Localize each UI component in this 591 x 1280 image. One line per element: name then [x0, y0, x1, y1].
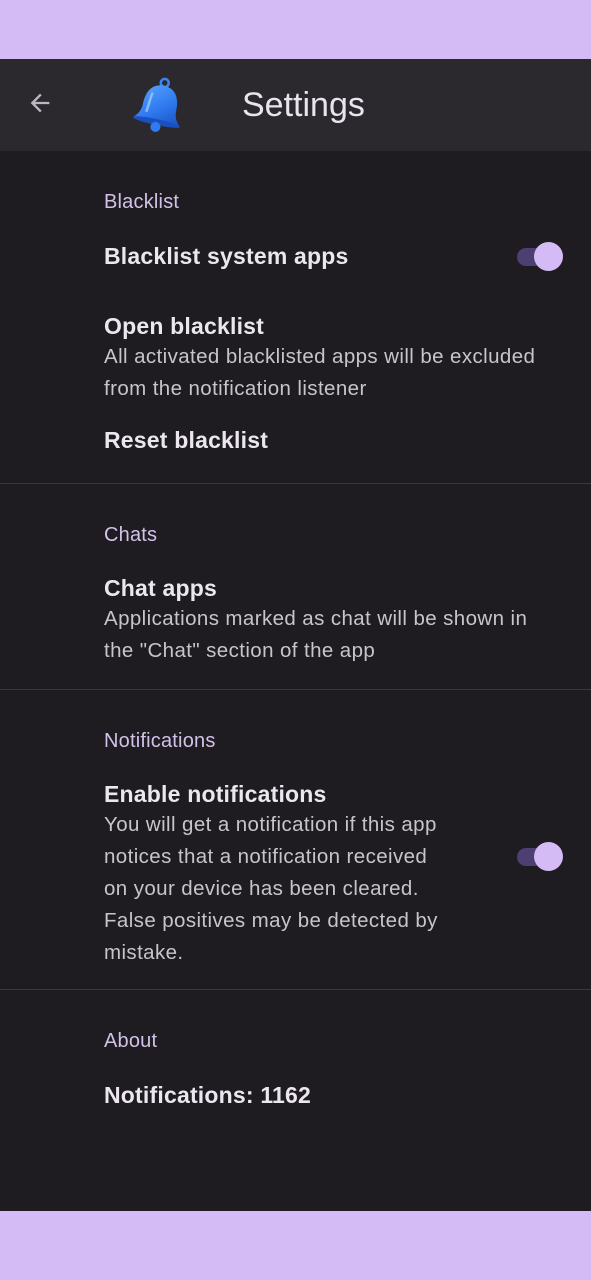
pref-chat-apps[interactable]: Chat apps Applications marked as chat wi…: [0, 565, 591, 667]
pref-summary: the "Chat" section of the app: [104, 639, 376, 662]
pref-title: Blacklist system apps: [104, 243, 349, 269]
section-notifications: Notifications Enable notifications You w…: [0, 690, 591, 990]
blacklist-system-apps-switch[interactable]: [517, 241, 563, 271]
pref-title: Enable notifications: [104, 781, 327, 807]
pref-enable-notifications[interactable]: Enable notifications You will get a noti…: [0, 771, 591, 969]
section-header-notifications: Notifications: [104, 730, 216, 752]
pref-summary: All activated blacklisted apps will be e…: [104, 345, 536, 368]
pref-summary: False positives may be detected by: [104, 909, 438, 932]
pref-reset-blacklist[interactable]: Reset blacklist: [0, 413, 591, 461]
back-button[interactable]: [18, 81, 62, 125]
pref-title: Chat apps: [104, 575, 217, 601]
pref-summary: You will get a notification if this app: [104, 813, 437, 836]
arrow-back-icon: [30, 93, 50, 113]
section-blacklist: Blacklist Blacklist system apps Open bla…: [0, 151, 591, 484]
section-header-chats: Chats: [104, 524, 158, 546]
pref-blacklist-system-apps[interactable]: Blacklist system apps: [0, 232, 591, 303]
page-title: Settings: [242, 86, 365, 124]
pref-title: Notifications: 1162: [104, 1082, 312, 1108]
switch-thumb: [534, 842, 563, 871]
bell-icon: [130, 75, 186, 135]
section-chats: Chats Chat apps Applications marked as c…: [0, 484, 591, 690]
pref-summary: from the notification listener: [104, 377, 367, 400]
app-bar: Settings: [0, 59, 591, 151]
pref-summary: notices that a notification received: [104, 845, 428, 868]
switch-thumb: [534, 242, 563, 271]
settings-screen: Settings Blacklist Blacklist system apps…: [0, 59, 591, 1211]
pref-notification-count[interactable]: Notifications: 1162: [0, 1071, 591, 1110]
section-header-about: About: [104, 1030, 158, 1052]
settings-list: Blacklist Blacklist system apps Open bla…: [0, 151, 591, 1110]
pref-summary: mistake.: [104, 941, 184, 964]
pref-summary: on your device has been cleared.: [104, 877, 419, 900]
section-about: About Notifications: 1162: [0, 990, 591, 1110]
pref-title: Reset blacklist: [104, 427, 269, 453]
pref-title: Open blacklist: [104, 313, 265, 339]
section-header-blacklist: Blacklist: [104, 191, 180, 213]
pref-open-blacklist[interactable]: Open blacklist All activated blacklisted…: [0, 303, 591, 413]
pref-summary: Applications marked as chat will be show…: [104, 607, 528, 630]
enable-notifications-switch[interactable]: [517, 841, 563, 871]
